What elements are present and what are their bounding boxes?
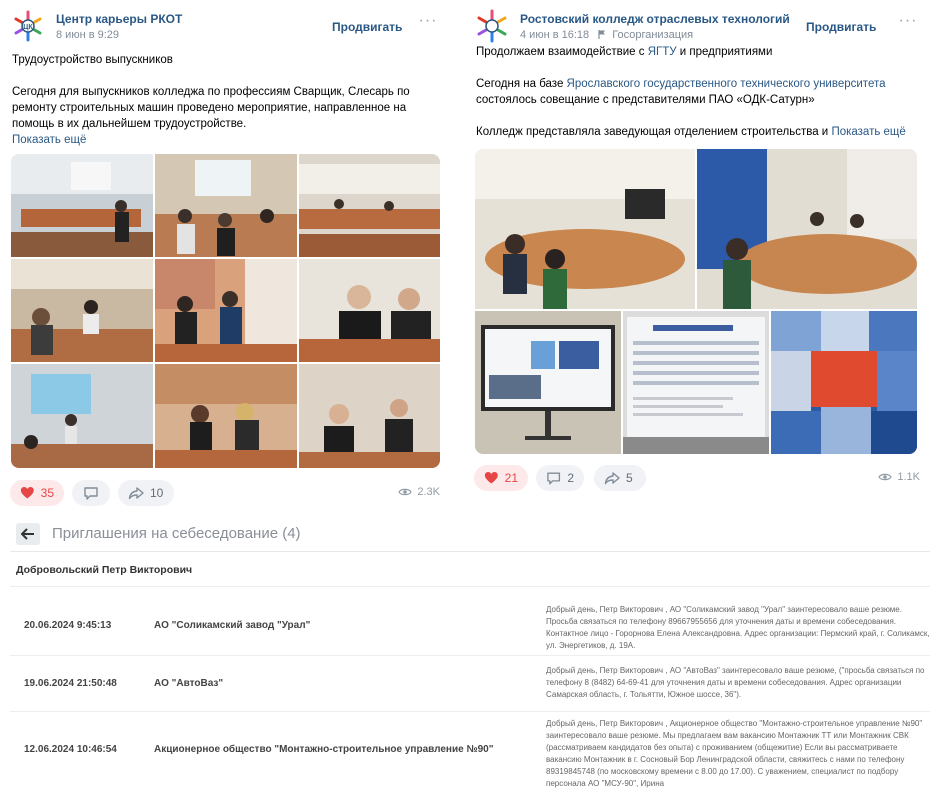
interview-invitations: Приглашения на себеседование (4) Доброво… — [10, 516, 930, 792]
flag-icon — [598, 30, 606, 39]
back-button[interactable] — [16, 523, 40, 545]
like-button[interactable]: 35 — [10, 480, 64, 506]
show-more-link[interactable]: Показать ещё — [12, 132, 442, 148]
share-icon — [128, 487, 144, 500]
invitation-date: 20.06.2024 9:45:13 — [24, 620, 112, 631]
post-actions: 21 2 5 1.1K — [474, 465, 920, 491]
post-career-center: ЦК Центр карьеры РКОТ 8 июн в 9:29 Продв… — [0, 0, 450, 512]
photo-students-group[interactable] — [155, 259, 297, 362]
invitation-message: Добрый день, Петр Викторович , АО "АвтоВ… — [546, 666, 925, 699]
share-count: 5 — [626, 471, 633, 485]
photo-students-desks[interactable] — [299, 364, 440, 468]
photo-classroom[interactable] — [11, 154, 153, 257]
divider — [10, 586, 930, 587]
share-button[interactable]: 10 — [118, 480, 174, 506]
post-date-line: 4 июн в 16:18 Госорганизация — [520, 29, 693, 41]
photo-workshop[interactable] — [155, 364, 297, 468]
invitation-date: 12.06.2024 10:46:54 — [24, 744, 117, 755]
like-count: 35 — [40, 486, 54, 500]
invitations-title: Приглашения на себеседование (4) — [52, 525, 301, 542]
comment-button[interactable]: 2 — [536, 465, 584, 491]
views-count: 2.3K — [417, 486, 440, 498]
comment-button[interactable] — [72, 480, 110, 506]
post-body: Сегодня для выпускников колледжа по проф… — [12, 86, 410, 130]
share-icon — [604, 472, 620, 485]
post-line-3: Колледж представляла заведующая отделени… — [476, 126, 906, 138]
photo-students-row[interactable] — [11, 259, 153, 362]
post-text: Продолжаем взаимодействие с ЯГТУ и предп… — [476, 44, 916, 140]
eye-icon — [398, 488, 413, 496]
like-count: 21 — [504, 471, 518, 485]
comment-icon — [84, 487, 98, 500]
photo-presentation-screen[interactable] — [475, 311, 621, 454]
invitations-header: Приглашения на себеседование (4) — [10, 516, 930, 552]
eye-icon — [878, 473, 893, 481]
post-line-2: Сегодня на базе Ярославского государстве… — [476, 78, 886, 106]
table-row[interactable]: 20.06.2024 9:45:13 АО "Соликамский завод… — [10, 596, 930, 656]
photo-library[interactable] — [299, 154, 440, 257]
share-count: 10 — [150, 486, 164, 500]
views-counter: 2.3K — [398, 486, 440, 498]
invitation-date: 19.06.2024 21:50:48 — [24, 678, 117, 689]
post-date[interactable]: 8 июн в 9:29 — [56, 29, 119, 41]
svg-text:ЦК: ЦК — [23, 24, 33, 31]
invitation-org: АО "АвтоВаз" — [154, 678, 224, 689]
heart-icon — [484, 472, 498, 484]
invitation-message: Добрый день, Петр Викторович , АО "Солик… — [546, 605, 930, 650]
photo-students-closeup[interactable] — [299, 259, 440, 362]
college-logo-icon[interactable] — [474, 8, 510, 44]
photo-presentation[interactable] — [155, 154, 297, 257]
more-options-icon[interactable]: ··· — [898, 13, 918, 34]
invitation-org: Акционерное общество "Монтажно-строитель… — [154, 744, 494, 755]
comment-count: 2 — [567, 471, 574, 485]
post-actions: 35 10 2.3K — [10, 480, 440, 506]
photo-meeting-table[interactable] — [475, 149, 695, 309]
photo-booklet[interactable] — [771, 311, 917, 454]
invitation-message: Добрый день, Петр Викторович , Акционерн… — [546, 719, 923, 788]
photo-lecture[interactable] — [11, 364, 153, 468]
heart-icon — [20, 487, 34, 499]
post-rostov-college: Ростовский колледж отраслевых технологий… — [464, 0, 930, 500]
ygtu-link[interactable]: ЯГТУ — [648, 46, 677, 58]
post-line-1: Продолжаем взаимодействие с ЯГТУ и предп… — [476, 46, 773, 58]
org-type: Госорганизация — [612, 29, 694, 41]
arrow-left-icon — [21, 528, 34, 540]
candidate-name: Добровольский Петр Викторович — [16, 564, 193, 576]
promote-button[interactable]: Продвигать — [806, 20, 876, 34]
promote-button[interactable]: Продвигать — [332, 20, 402, 34]
post-header: Ростовский колледж отраслевых технологий… — [474, 8, 920, 46]
post-header: ЦК Центр карьеры РКОТ 8 июн в 9:29 Продв… — [10, 8, 440, 46]
share-button[interactable]: 5 — [594, 465, 646, 491]
post-author[interactable]: Центр карьеры РКОТ — [56, 12, 182, 26]
post-title: Трудоустройство выпускников — [12, 54, 173, 66]
post-date[interactable]: 4 июн в 16:18 — [520, 29, 589, 41]
university-link[interactable]: Ярославского государственного техническо… — [567, 78, 886, 90]
invitation-org: АО "Соликамский завод "Урал" — [154, 620, 311, 631]
photo-presentation-table[interactable] — [623, 311, 769, 454]
photo-meeting-hall[interactable] — [697, 149, 917, 309]
table-row[interactable]: 19.06.2024 21:50:48 АО "АвтоВаз" Добрый … — [10, 656, 930, 712]
post-author[interactable]: Ростовский колледж отраслевых технологий — [520, 12, 790, 26]
post-text: Трудоустройство выпускников Сегодня для … — [12, 52, 442, 148]
views-counter: 1.1K — [878, 471, 920, 483]
table-row[interactable]: 12.06.2024 10:46:54 Акционерное общество… — [10, 712, 930, 792]
comment-icon — [547, 472, 561, 485]
like-button[interactable]: 21 — [474, 465, 528, 491]
career-center-logo-icon[interactable]: ЦК — [10, 8, 46, 44]
views-count: 1.1K — [897, 471, 920, 483]
show-more-link[interactable]: Показать ещё — [831, 126, 905, 138]
more-options-icon[interactable]: ··· — [418, 13, 438, 34]
